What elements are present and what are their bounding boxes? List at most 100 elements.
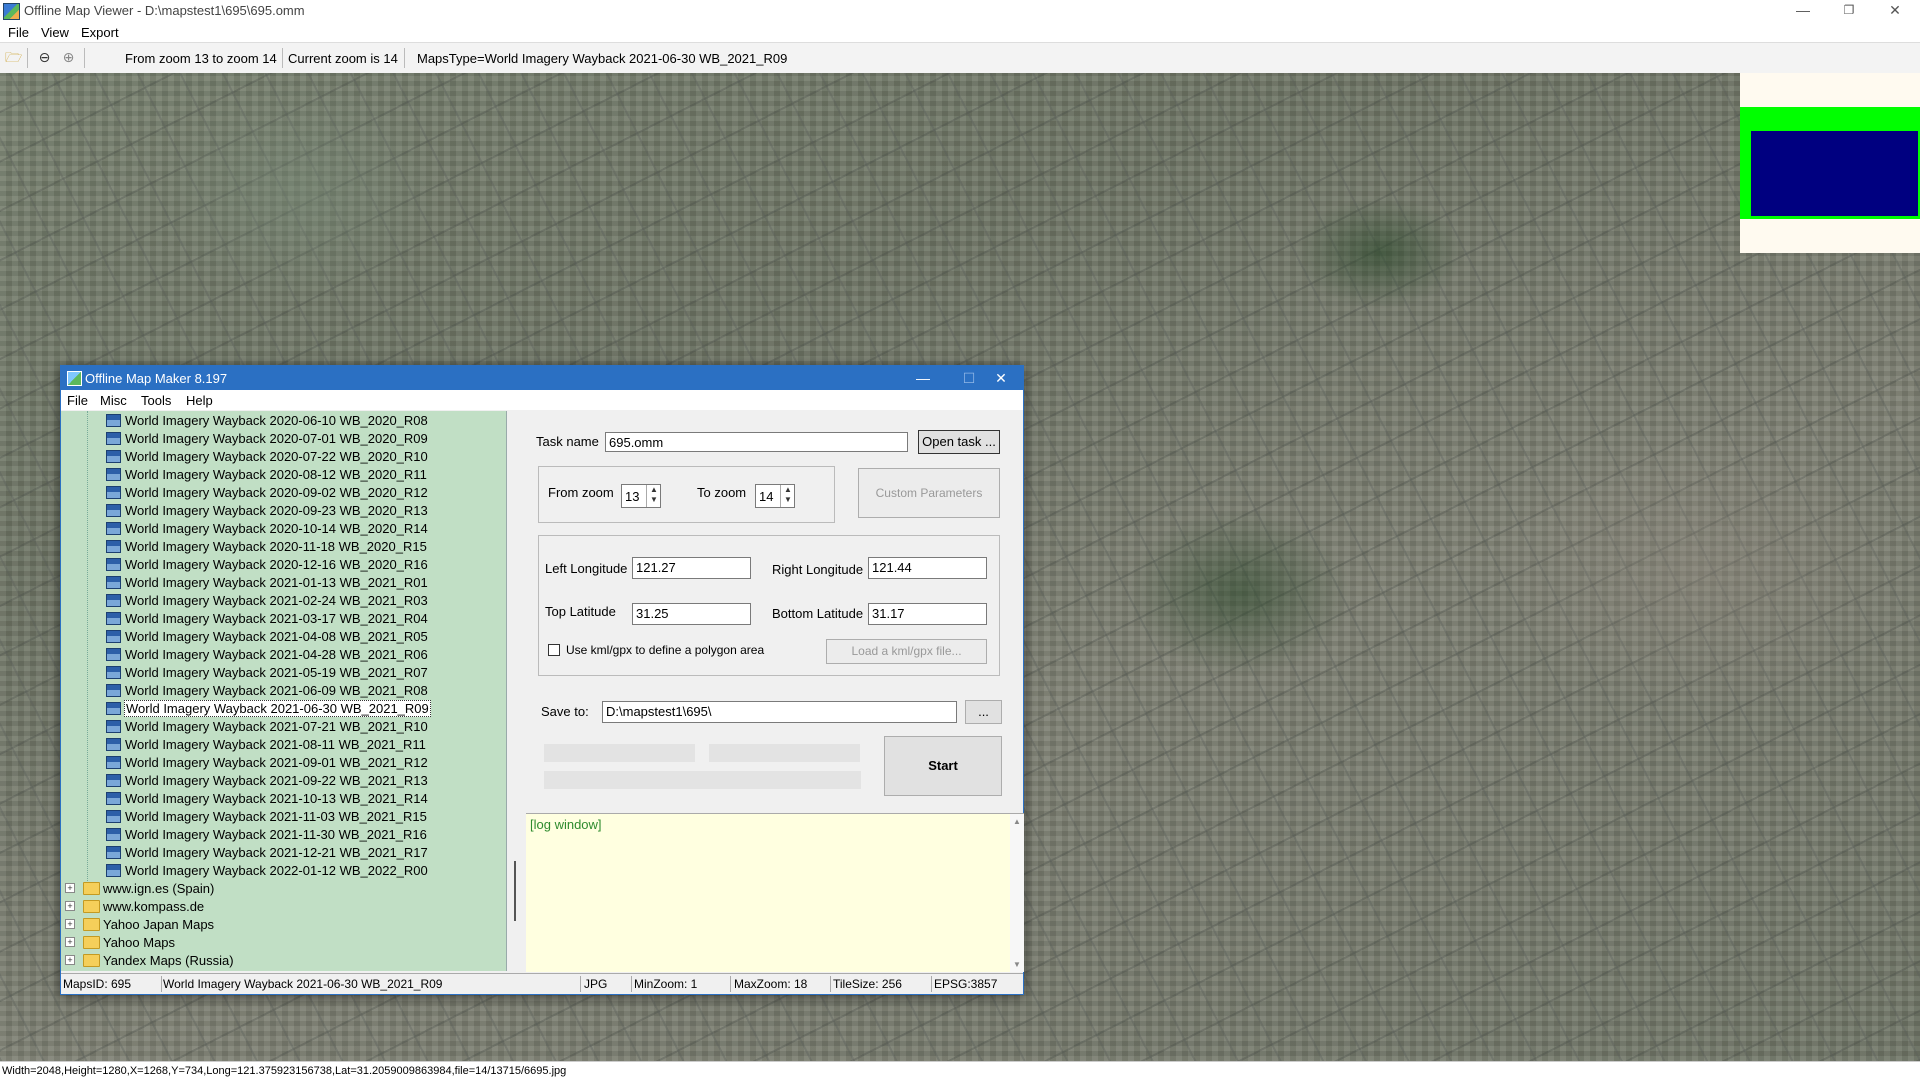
log-scrollbar[interactable]: ▲ ▼ — [1010, 814, 1024, 972]
tree-map-item[interactable]: World Imagery Wayback 2021-09-01 WB_2021… — [61, 753, 506, 771]
close-button[interactable]: ✕ — [1872, 0, 1918, 22]
toolbar-separator — [27, 48, 28, 68]
scroll-up-icon[interactable]: ▲ — [1013, 817, 1021, 826]
browse-button[interactable]: ... — [965, 700, 1002, 724]
top-latitude-input[interactable]: 31.25 — [632, 603, 751, 625]
tree-folder-item[interactable]: + Yandex Maps (Russia) — [61, 951, 506, 969]
tree-map-item[interactable]: World Imagery Wayback 2020-09-02 WB_2020… — [61, 483, 506, 501]
dialog-menu-tools[interactable]: Tools — [141, 393, 171, 408]
scroll-down-icon[interactable]: ▼ — [1013, 960, 1021, 969]
tree-map-item[interactable]: World Imagery Wayback 2021-03-17 WB_2021… — [61, 609, 506, 627]
tree-map-item[interactable]: World Imagery Wayback 2021-10-13 WB_2021… — [61, 789, 506, 807]
tree-map-item[interactable]: World Imagery Wayback 2021-05-19 WB_2021… — [61, 663, 506, 681]
dialog-menu-file[interactable]: File — [67, 393, 88, 408]
tree-map-item[interactable]: World Imagery Wayback 2021-08-11 WB_2021… — [61, 735, 506, 753]
open-task-button[interactable]: Open task ... — [918, 430, 1000, 454]
start-button[interactable]: Start — [884, 736, 1002, 796]
tree-item-label: World Imagery Wayback 2020-07-01 WB_2020… — [125, 431, 428, 446]
tree-folder-item[interactable]: + Yahoo Japan Maps — [61, 915, 506, 933]
tree-map-item[interactable]: World Imagery Wayback 2021-12-21 WB_2021… — [61, 843, 506, 861]
expand-icon[interactable]: + — [65, 955, 75, 965]
tree-folder-item[interactable]: + Yahoo Maps — [61, 933, 506, 951]
dialog-menu-help[interactable]: Help — [186, 393, 213, 408]
map-layer-icon — [106, 846, 121, 859]
menu-view[interactable]: View — [41, 25, 69, 40]
tree-folder-label: Yahoo Japan Maps — [103, 917, 215, 932]
map-layer-icon — [106, 414, 121, 427]
tree-map-item[interactable]: World Imagery Wayback 2020-06-10 WB_2020… — [61, 411, 506, 429]
load-kml-button[interactable]: Load a kml/gpx file... — [826, 639, 987, 664]
custom-parameters-button[interactable]: Custom Parameters — [858, 468, 1000, 518]
use-kml-checkbox[interactable] — [548, 644, 560, 656]
tree-map-item[interactable]: World Imagery Wayback 2020-07-01 WB_2020… — [61, 429, 506, 447]
progress-bar-total — [544, 771, 861, 789]
folder-icon — [83, 882, 100, 895]
tree-map-item[interactable]: World Imagery Wayback 2020-10-14 WB_2020… — [61, 519, 506, 537]
current-zoom-text: Current zoom is 14 — [288, 51, 398, 66]
tree-folder-item[interactable]: + www.kompass.de — [61, 897, 506, 915]
task-name-label: Task name — [536, 434, 599, 449]
tree-item-label: World Imagery Wayback 2020-08-12 WB_2020… — [125, 467, 427, 482]
zoom-out-icon[interactable]: ⊖ — [36, 49, 53, 66]
status-map-name: World Imagery Wayback 2021-06-30 WB_2021… — [163, 977, 443, 991]
folder-icon — [83, 936, 100, 949]
map-layer-icon — [106, 792, 121, 805]
expand-icon[interactable]: + — [65, 919, 75, 929]
tree-map-item[interactable]: World Imagery Wayback 2021-01-13 WB_2021… — [61, 573, 506, 591]
bottom-latitude-input[interactable]: 31.17 — [868, 603, 987, 625]
log-window[interactable]: [log window] ▲ ▼ — [526, 813, 1024, 972]
map-layer-icon — [106, 486, 121, 499]
tree-map-item[interactable]: World Imagery Wayback 2021-04-28 WB_2021… — [61, 645, 506, 663]
dialog-minimize-button[interactable]: — — [908, 368, 938, 388]
zoom-in-icon[interactable]: ⊕ — [60, 49, 77, 66]
top-latitude-label: Top Latitude — [545, 604, 616, 619]
open-folder-icon[interactable]: 🗁 — [5, 49, 22, 66]
tree-map-item[interactable]: World Imagery Wayback 2020-07-22 WB_2020… — [61, 447, 506, 465]
tree-map-item[interactable]: World Imagery Wayback 2021-07-21 WB_2021… — [61, 717, 506, 735]
maps-tree[interactable]: World Imagery Wayback 2020-06-10 WB_2020… — [61, 411, 507, 971]
tree-map-item[interactable]: World Imagery Wayback 2022-01-12 WB_2022… — [61, 861, 506, 879]
restore-button[interactable]: ❐ — [1826, 0, 1872, 22]
tree-map-item[interactable]: World Imagery Wayback 2020-08-12 WB_2020… — [61, 465, 506, 483]
expand-icon[interactable]: + — [65, 883, 75, 893]
tree-map-item[interactable]: World Imagery Wayback 2021-11-03 WB_2021… — [61, 807, 506, 825]
dialog-menu-misc[interactable]: Misc — [100, 393, 127, 408]
task-name-input[interactable]: 695.omm — [605, 432, 908, 452]
tree-map-item[interactable]: World Imagery Wayback 2021-06-30 WB_2021… — [61, 699, 506, 717]
tree-map-item[interactable]: World Imagery Wayback 2020-12-16 WB_2020… — [61, 555, 506, 573]
status-epsg: EPSG:3857 — [934, 977, 998, 991]
tree-folder-item[interactable]: + www.ign.es (Spain) — [61, 879, 506, 897]
map-layer-icon — [106, 630, 121, 643]
dialog-close-button[interactable]: ✕ — [986, 368, 1016, 388]
tree-map-item[interactable]: World Imagery Wayback 2021-02-24 WB_2021… — [61, 591, 506, 609]
right-longitude-input[interactable]: 121.44 — [868, 557, 987, 579]
tree-scrollbar-thumb[interactable] — [514, 861, 516, 921]
toolbar-separator — [84, 48, 85, 68]
progress-bar-1 — [544, 744, 695, 762]
title-bar: Offline Map Viewer - D:\mapstest1\695\69… — [0, 0, 1920, 22]
map-layer-icon — [106, 756, 121, 769]
status-text: Width=2048,Height=1280,X=1268,Y=734,Long… — [2, 1065, 567, 1077]
expand-icon[interactable]: + — [65, 937, 75, 947]
tree-map-item[interactable]: World Imagery Wayback 2020-09-23 WB_2020… — [61, 501, 506, 519]
left-longitude-input[interactable]: 121.27 — [632, 557, 751, 579]
tree-map-item[interactable]: World Imagery Wayback 2021-11-30 WB_2021… — [61, 825, 506, 843]
tree-map-item[interactable]: World Imagery Wayback 2021-09-22 WB_2021… — [61, 771, 506, 789]
menu-export[interactable]: Export — [81, 25, 119, 40]
tree-item-label: World Imagery Wayback 2021-03-17 WB_2021… — [125, 611, 428, 626]
from-zoom-spinner[interactable]: ▲ ▼ — [646, 485, 661, 507]
folder-icon — [83, 918, 100, 931]
tree-map-item[interactable]: World Imagery Wayback 2021-04-08 WB_2021… — [61, 627, 506, 645]
expand-icon[interactable]: + — [65, 901, 75, 911]
dialog-maximize-button[interactable]: ☐ — [954, 368, 984, 388]
map-layer-icon — [106, 864, 121, 877]
to-zoom-spinner[interactable]: ▲ ▼ — [780, 485, 795, 507]
tree-scrollbar[interactable] — [507, 411, 527, 971]
save-to-input[interactable]: D:\mapstest1\695\ — [602, 701, 957, 723]
tree-map-item[interactable]: World Imagery Wayback 2021-06-09 WB_2021… — [61, 681, 506, 699]
minimize-button[interactable]: — — [1780, 0, 1826, 22]
tree-map-item[interactable]: World Imagery Wayback 2020-11-18 WB_2020… — [61, 537, 506, 555]
menu-file[interactable]: File — [8, 25, 29, 40]
minimap[interactable] — [1740, 73, 1920, 253]
map-layer-icon — [106, 702, 121, 715]
